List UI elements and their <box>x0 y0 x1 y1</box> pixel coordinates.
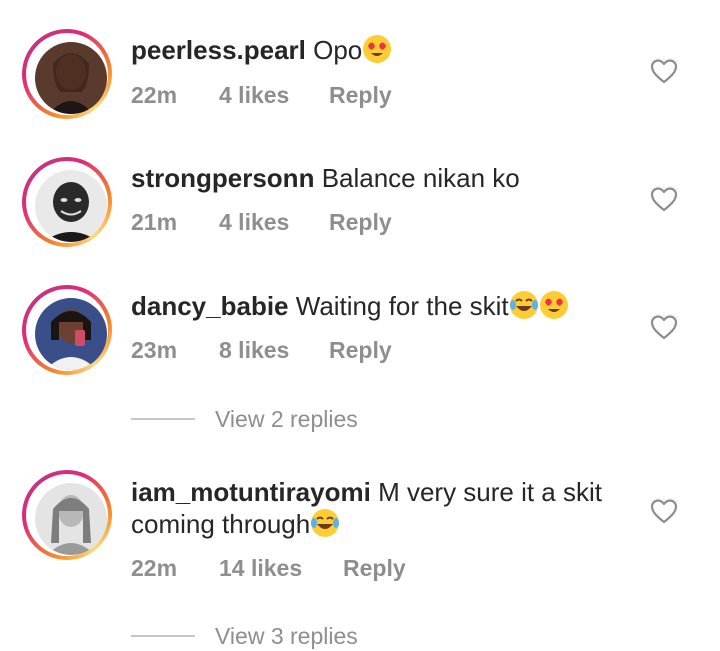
avatar[interactable] <box>35 170 107 242</box>
comment-body: Balance nikan ko <box>321 163 520 193</box>
avatar-story-ring[interactable] <box>22 470 112 560</box>
comment-likes[interactable]: 4 likes <box>219 208 289 236</box>
comment-text-continued: coming through <box>131 508 340 540</box>
comment-username[interactable]: iam_motuntirayomi <box>131 477 371 507</box>
view-replies-label[interactable]: View 3 replies <box>215 621 358 651</box>
heart-eyes-emoji <box>539 291 568 319</box>
avatar-story-ring[interactable] <box>22 157 112 247</box>
avatar[interactable] <box>35 298 107 370</box>
comment-time: 23m <box>131 337 178 363</box>
tears-of-joy-emoji <box>509 291 538 319</box>
comment-likes[interactable]: 4 likes <box>219 81 289 109</box>
heart-outline-icon[interactable] <box>650 314 678 340</box>
comment-text: iam_motuntirayomi M very sure it a skit <box>131 476 602 508</box>
comment-time: 22m <box>131 555 178 581</box>
comment-body: Opo <box>313 35 363 65</box>
comment-username[interactable]: peerless.pearl <box>131 35 306 65</box>
reply-button[interactable]: Reply <box>329 336 392 364</box>
heart-outline-icon[interactable] <box>650 58 678 84</box>
comment-likes[interactable]: 8 likes <box>219 336 289 364</box>
tears-of-joy-emoji <box>311 509 340 537</box>
comment-text: strongpersonn Balance nikan ko <box>131 162 520 194</box>
comment-text: dancy_babie Waiting for the skit <box>131 290 569 322</box>
comment-username[interactable]: dancy_babie <box>131 291 289 321</box>
comment-time: 21m <box>131 209 178 235</box>
comment-text: peerless.pearl Opo <box>131 34 392 66</box>
heart-outline-icon[interactable] <box>650 498 678 524</box>
comment-username[interactable]: strongpersonn <box>131 163 314 193</box>
comment-likes[interactable]: 14 likes <box>219 554 302 582</box>
comment-body-line2: coming through <box>131 509 311 539</box>
reply-button[interactable]: Reply <box>329 208 392 236</box>
heart-outline-icon[interactable] <box>650 186 678 212</box>
view-replies-label[interactable]: View 2 replies <box>215 404 358 434</box>
comment-body: M very sure it a skit <box>378 477 602 507</box>
reply-button[interactable]: Reply <box>343 554 406 582</box>
heart-eyes-emoji <box>363 35 392 63</box>
avatar-story-ring[interactable] <box>22 29 112 119</box>
avatar[interactable] <box>35 42 107 114</box>
avatar-story-ring[interactable] <box>22 285 112 375</box>
replies-divider-line <box>131 635 195 637</box>
avatar[interactable] <box>35 483 107 555</box>
reply-button[interactable]: Reply <box>329 81 392 109</box>
comment-time: 22m <box>131 82 178 108</box>
comment-body: Waiting for the skit <box>295 291 509 321</box>
replies-divider-line <box>131 418 195 420</box>
